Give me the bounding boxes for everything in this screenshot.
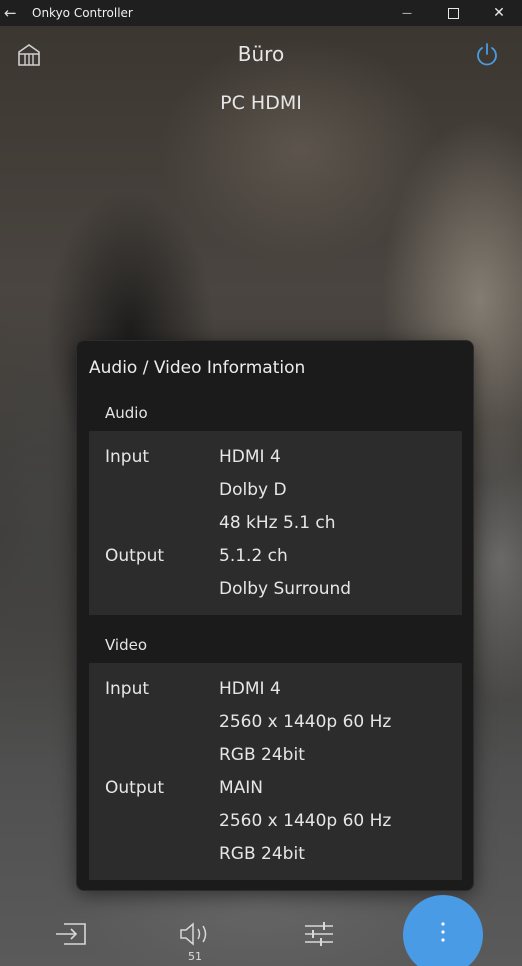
bottom-bar: 51 (0, 895, 522, 966)
volume-level: 51 (188, 950, 202, 963)
volume-button[interactable] (178, 920, 212, 948)
info-row: Output 5.1.2 ch (105, 546, 462, 579)
audio-info-box: Input HDMI 4 Dolby D 48 kHz 5.1 ch Outpu… (89, 431, 462, 615)
info-row: RGB 24bit (105, 745, 462, 778)
minimize-button[interactable]: — (384, 0, 430, 26)
audio-section-label: Audio (105, 404, 148, 422)
maximize-button[interactable] (430, 0, 476, 26)
info-row: Output MAIN (105, 778, 462, 811)
info-key: Input (105, 679, 150, 699)
av-info-dialog: Audio / Video Information Audio Input HD… (76, 340, 474, 891)
video-info-box: Input HDMI 4 2560 x 1440p 60 Hz RGB 24bi… (89, 663, 462, 880)
header: Büro PC HDMI (0, 26, 522, 146)
window-controls: — ✕ (384, 0, 522, 26)
more-options-button[interactable] (403, 895, 483, 966)
title-bar: ← Onkyo Controller — ✕ (0, 0, 522, 26)
info-value: HDMI 4 (219, 447, 281, 467)
info-value: 2560 x 1440p 60 Hz (219, 712, 392, 732)
info-key: Output (105, 778, 165, 798)
input-select-icon (56, 923, 86, 945)
room-name: Büro (237, 42, 285, 66)
info-value: Dolby Surround (219, 579, 352, 599)
maximize-icon (447, 7, 459, 19)
info-row: Input HDMI 4 (105, 447, 462, 480)
sliders-icon (305, 922, 333, 946)
video-section-label: Video (105, 636, 148, 654)
info-row: 2560 x 1440p 60 Hz (105, 811, 462, 844)
settings-button[interactable] (302, 920, 336, 948)
source-name: PC HDMI (220, 92, 302, 114)
speaker-icon (180, 922, 207, 946)
info-value: RGB 24bit (219, 745, 305, 765)
back-arrow-icon[interactable]: ← (4, 4, 28, 22)
info-key: Output (105, 546, 165, 566)
info-row: 2560 x 1440p 60 Hz (105, 712, 462, 745)
info-row: Dolby Surround (105, 579, 462, 612)
info-value: Dolby D (219, 480, 287, 500)
info-value: HDMI 4 (219, 679, 281, 699)
info-value: 5.1.2 ch (219, 546, 288, 566)
info-row: Dolby D (105, 480, 462, 513)
input-select-button[interactable] (54, 920, 88, 948)
power-button[interactable] (474, 41, 500, 67)
info-row: RGB 24bit (105, 844, 462, 877)
more-vertical-icon (441, 922, 445, 942)
info-row: Input HDMI 4 (105, 679, 462, 712)
info-key: Input (105, 447, 150, 467)
info-row: 48 kHz 5.1 ch (105, 513, 462, 546)
close-button[interactable]: ✕ (476, 0, 522, 26)
info-value: 48 kHz 5.1 ch (219, 513, 336, 533)
info-value: RGB 24bit (219, 844, 305, 864)
info-value: 2560 x 1440p 60 Hz (219, 811, 392, 831)
dialog-title: Audio / Video Information (89, 358, 306, 378)
power-icon (477, 43, 497, 66)
app-title: Onkyo Controller (32, 6, 133, 20)
info-value: MAIN (219, 778, 264, 798)
